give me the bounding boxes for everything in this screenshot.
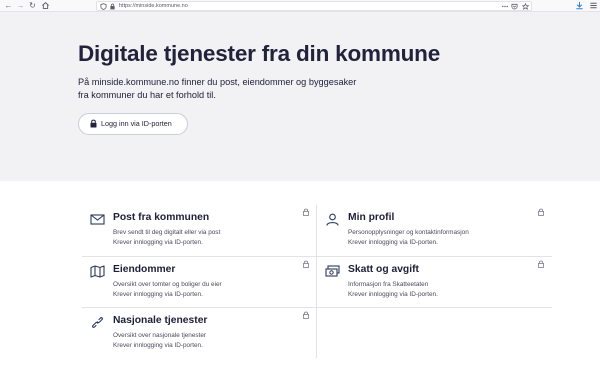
service-description: Informasjon fra Skatteetaten Krever innl… bbox=[348, 280, 438, 299]
service-description: Oversikt over nasjonale tjenester Krever… bbox=[113, 331, 206, 350]
service-login-note: Krever innlogging via ID-porten. bbox=[348, 238, 438, 246]
hero-intro-line: fra kommuner du har et forhold til. bbox=[78, 90, 216, 100]
money-icon bbox=[325, 265, 340, 277]
service-card-profile[interactable]: Min profil Personopplysninger og kontakt… bbox=[317, 205, 551, 256]
lock-icon bbox=[303, 260, 309, 268]
service-card-tax[interactable]: Skatt og avgift Informasjon fra Skatteet… bbox=[317, 257, 551, 308]
service-card-post[interactable]: Post fra kommunen Brev sendt til deg dig… bbox=[82, 205, 316, 256]
url-text[interactable]: https://minside.kommune.no bbox=[119, 2, 188, 11]
bookmark-star-icon[interactable] bbox=[522, 3, 529, 10]
address-bar[interactable]: https://minside.kommune.no bbox=[96, 1, 532, 11]
service-title: Min profil bbox=[348, 212, 395, 223]
services-grid: Post fra kommunen Brev sendt til deg dig… bbox=[82, 205, 552, 360]
service-description: Oversikt over tomter og boliger du eier … bbox=[113, 280, 222, 299]
download-icon[interactable] bbox=[575, 1, 584, 10]
service-description-line: Informasjon fra Skatteetaten bbox=[348, 281, 429, 288]
login-idporten-button[interactable]: Logg inn via ID-porten bbox=[78, 113, 188, 135]
service-login-note: Krever innlogging via ID-porten. bbox=[113, 341, 203, 349]
lock-icon bbox=[538, 208, 544, 216]
service-title: Post fra kommunen bbox=[113, 212, 210, 223]
page-title: Digitale tjenester fra din kommune bbox=[78, 41, 441, 66]
lock-icon bbox=[90, 119, 97, 128]
service-login-note: Krever innlogging via ID-porten. bbox=[113, 238, 203, 246]
lock-icon bbox=[538, 260, 544, 268]
service-description-line: Personopplysninger og kontaktinformasjon bbox=[348, 229, 469, 236]
back-icon[interactable]: ← bbox=[4, 1, 13, 10]
forward-icon[interactable]: → bbox=[16, 1, 25, 10]
padlock-icon[interactable] bbox=[109, 3, 116, 10]
service-description: Personopplysninger og kontaktinformasjon… bbox=[348, 228, 469, 247]
service-description-line: Oversikt over nasjonale tjenester bbox=[113, 332, 207, 339]
login-button-label: Logg inn via ID-porten bbox=[101, 119, 172, 128]
menu-icon[interactable] bbox=[589, 1, 598, 10]
link-icon bbox=[92, 317, 103, 328]
pocket-icon[interactable] bbox=[511, 3, 518, 10]
hero-intro: På minside.kommune.no finner du post, ei… bbox=[78, 76, 378, 102]
hero-intro-line: På minside.kommune.no finner du post, ei… bbox=[78, 77, 357, 87]
shield-icon[interactable] bbox=[100, 3, 107, 10]
lock-icon bbox=[303, 208, 309, 216]
service-card-national[interactable]: Nasjonale tjenester Oversikt over nasjon… bbox=[82, 308, 316, 359]
service-title: Eiendommer bbox=[113, 264, 176, 275]
service-title: Skatt og avgift bbox=[348, 264, 419, 275]
lock-icon bbox=[303, 311, 309, 319]
service-card-properties[interactable]: Eiendommer Oversikt over tomter og bolig… bbox=[82, 257, 316, 308]
browser-toolbar: ← → ↻ https://minside.kommune.no bbox=[0, 0, 600, 12]
user-icon bbox=[326, 213, 339, 226]
service-login-note: Krever innlogging via ID-porten. bbox=[113, 290, 203, 298]
service-description-line: Oversikt over tomter og boliger du eier bbox=[113, 281, 222, 288]
service-title: Nasjonale tjenester bbox=[113, 315, 208, 326]
home-icon[interactable] bbox=[41, 1, 50, 10]
service-description: Brev sendt til deg digitalt eller via po… bbox=[113, 228, 220, 247]
more-icon[interactable] bbox=[501, 3, 509, 10]
mail-icon bbox=[90, 214, 105, 225]
hero-section: Digitale tjenester fra din kommune På mi… bbox=[0, 12, 600, 181]
service-description-line: Brev sendt til deg digitalt eller via po… bbox=[113, 229, 221, 236]
reload-icon[interactable]: ↻ bbox=[28, 1, 37, 10]
map-icon bbox=[90, 265, 105, 278]
service-login-note: Krever innlogging via ID-porten. bbox=[348, 290, 438, 298]
